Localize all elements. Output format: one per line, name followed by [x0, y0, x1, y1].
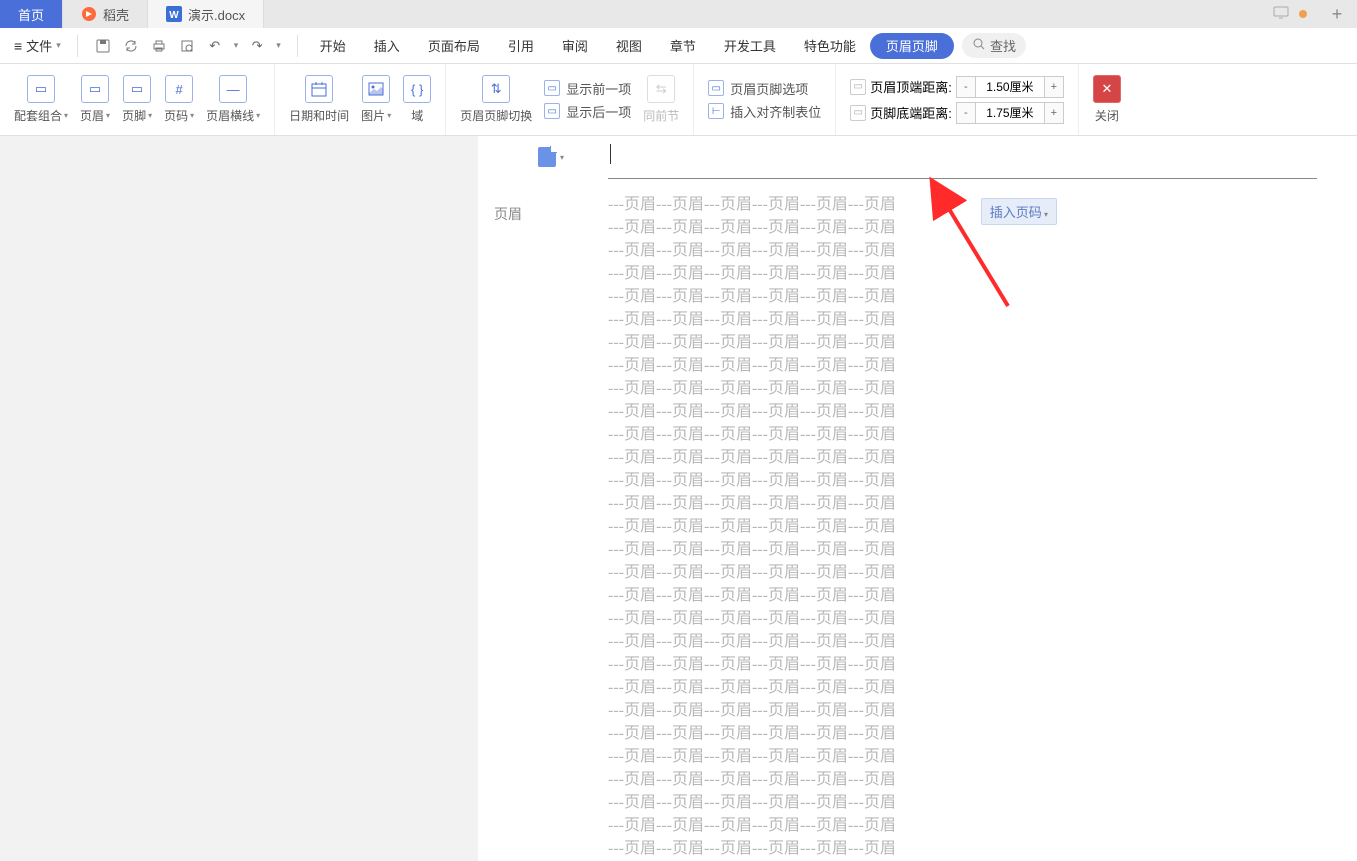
page-wrapper: ▾ 页眉 插入页码 ▾ ---页眉---页眉---页眉---页眉---页眉---…: [478, 136, 1357, 861]
close-icon: ✕: [1093, 75, 1121, 103]
word-doc-icon: W: [166, 6, 182, 22]
options-icon: ▭: [708, 80, 724, 96]
combo-button[interactable]: ▭配套组合▾: [8, 73, 74, 126]
menu-insert[interactable]: 插入: [360, 28, 414, 64]
menu-tabs: 开始 插入 页面布局 引用 审阅 视图 章节 开发工具 特色功能 页眉页脚: [306, 28, 954, 64]
chevron-down-icon[interactable]: ▾: [276, 40, 281, 51]
page-doc-icon[interactable]: [538, 147, 556, 167]
insert-page-number-button[interactable]: 插入页码 ▾: [981, 198, 1057, 225]
sync-icon[interactable]: [122, 37, 140, 55]
header-dist-dec[interactable]: -: [957, 77, 975, 97]
show-next-button[interactable]: ▭显示后一项: [544, 102, 631, 121]
footer-dist-icon: ▭: [850, 105, 866, 121]
switch-icon: ⇅: [482, 75, 510, 103]
page[interactable]: ▾ 页眉 插入页码 ▾ ---页眉---页眉---页眉---页眉---页眉---…: [478, 136, 1357, 860]
undo-icon[interactable]: ↶: [206, 37, 224, 55]
quick-access-group: ↶ ▾ ↷ ▾: [86, 37, 289, 55]
same-prev-button[interactable]: ⇆同前节: [637, 73, 685, 126]
page-num-icon: #: [165, 75, 193, 103]
divider: [297, 35, 298, 57]
tab-daoke-label: 稻壳: [103, 5, 129, 24]
status-dot-icon: [1299, 10, 1307, 18]
chevron-down-icon[interactable]: ▾: [234, 40, 239, 51]
header-top-distance: ▭ 页眉顶端距离: - +: [850, 76, 1064, 98]
page-icon-bar: ▾: [478, 136, 1357, 178]
menu-header-footer[interactable]: 页眉页脚: [870, 33, 954, 59]
footer-dist-input[interactable]: [975, 103, 1045, 123]
header-line-button[interactable]: —页眉横线▾: [200, 73, 266, 126]
tab-daoke[interactable]: 稻壳: [63, 0, 148, 28]
next-icon: ▭: [544, 103, 560, 119]
file-menu[interactable]: ≡ 文件 ▾: [6, 36, 69, 55]
header-button[interactable]: ▭页眉▾: [74, 73, 116, 126]
picture-button[interactable]: 图片▾: [355, 73, 397, 126]
footer-dist-inc[interactable]: +: [1045, 103, 1063, 123]
field-icon: { }: [403, 75, 431, 103]
prev-icon: ▭: [544, 80, 560, 96]
footer-button[interactable]: ▭页脚▾: [116, 73, 158, 126]
page-num-button[interactable]: #页码▾: [158, 73, 200, 126]
left-gray-pane: [0, 136, 478, 861]
header-icon: ▭: [81, 75, 109, 103]
menu-view[interactable]: 视图: [602, 28, 656, 64]
search-box[interactable]: 查找: [962, 33, 1026, 58]
tab-home[interactable]: 首页: [0, 0, 63, 28]
file-menu-label: 文件: [26, 36, 52, 55]
ribbon: ▭配套组合▾ ▭页眉▾ ▭页脚▾ #页码▾ —页眉横线▾ 日期和时间 图片▾ {…: [0, 64, 1357, 136]
picture-icon: [362, 75, 390, 103]
svg-text:W: W: [169, 10, 179, 21]
tab-home-label: 首页: [18, 5, 44, 24]
daoke-icon: [81, 6, 97, 22]
screen-icon[interactable]: [1273, 6, 1289, 23]
header-line-icon: —: [219, 75, 247, 103]
print-icon[interactable]: [150, 37, 168, 55]
hamburger-icon: ≡: [14, 38, 22, 54]
menu-review[interactable]: 审阅: [548, 28, 602, 64]
align-icon: ⊢: [708, 103, 724, 119]
close-hf-button[interactable]: ✕关闭: [1087, 73, 1127, 126]
tab-document-label: 演示.docx: [188, 5, 245, 24]
menu-page-layout[interactable]: 页面布局: [414, 28, 494, 64]
save-icon[interactable]: [94, 37, 112, 55]
footer-bottom-distance: ▭ 页脚底端距离: - +: [850, 102, 1064, 124]
field-button[interactable]: { }域: [397, 73, 437, 126]
footer-dist-dec[interactable]: -: [957, 103, 975, 123]
toolbar-row: ≡ 文件 ▾ ↶ ▾ ↷ ▾ 开始 插入 页面布局 引用 审阅 视图 章节 开发…: [0, 28, 1357, 64]
chevron-down-icon: ▾: [1042, 210, 1048, 219]
redo-icon[interactable]: ↷: [248, 37, 266, 55]
menu-dev-tools[interactable]: 开发工具: [710, 28, 790, 64]
calendar-icon: [305, 75, 333, 103]
header-region-label: 页眉: [486, 200, 530, 228]
footer-icon: ▭: [123, 75, 151, 103]
hf-options-button[interactable]: ▭页眉页脚选项: [708, 79, 821, 98]
combo-icon: ▭: [27, 75, 55, 103]
tab-document[interactable]: W 演示.docx: [148, 0, 264, 28]
header-dist-inc[interactable]: +: [1045, 77, 1063, 97]
header-dist-icon: ▭: [850, 79, 866, 95]
text-cursor: [610, 144, 611, 164]
document-body-text[interactable]: ---页眉---页眉---页眉---页眉---页眉---页眉---页眉---页眉…: [478, 179, 1357, 860]
same-prev-icon: ⇆: [647, 75, 675, 103]
header-dist-input[interactable]: [975, 77, 1045, 97]
search-label: 查找: [990, 36, 1016, 55]
chevron-down-icon: ▾: [56, 40, 61, 51]
menu-reference[interactable]: 引用: [494, 28, 548, 64]
datetime-button[interactable]: 日期和时间: [283, 73, 355, 126]
print-preview-icon[interactable]: [178, 37, 196, 55]
show-prev-button[interactable]: ▭显示前一项: [544, 79, 631, 98]
menu-chapter[interactable]: 章节: [656, 28, 710, 64]
insert-align-button[interactable]: ⊢插入对齐制表位: [708, 102, 821, 121]
search-icon: [972, 37, 986, 54]
document-area: ▾ 页眉 插入页码 ▾ ---页眉---页眉---页眉---页眉---页眉---…: [0, 136, 1357, 861]
menu-start[interactable]: 开始: [306, 28, 360, 64]
tab-add-button[interactable]: +: [1317, 0, 1357, 28]
menu-special[interactable]: 特色功能: [790, 28, 870, 64]
divider: [77, 35, 78, 57]
hf-switch-button[interactable]: ⇅页眉页脚切换: [454, 73, 538, 126]
chevron-down-icon[interactable]: ▾: [560, 153, 564, 162]
tab-bar: 首页 稻壳 W 演示.docx +: [0, 0, 1357, 28]
